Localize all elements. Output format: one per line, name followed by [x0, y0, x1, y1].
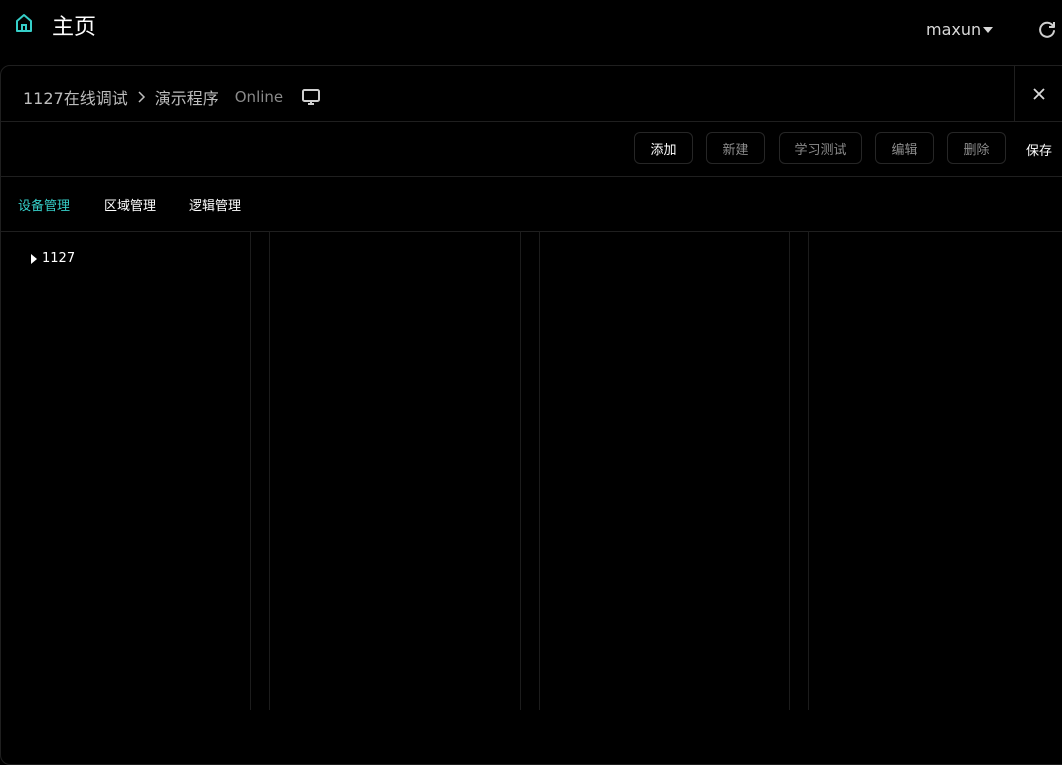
- program-panel: 1127在线调试 演示程序 Online 添加 新建 学习测试 编辑 删除 保存…: [0, 65, 1062, 765]
- close-icon: [1033, 87, 1045, 100]
- username: maxun: [926, 20, 982, 39]
- column-divider: [250, 231, 251, 710]
- user-menu[interactable]: maxun: [926, 20, 994, 39]
- monitor-icon[interactable]: [301, 88, 321, 106]
- tab-bar: 设备管理 区域管理 逻辑管理: [1, 176, 1062, 232]
- tab-device-management[interactable]: 设备管理: [18, 195, 70, 214]
- new-button[interactable]: 新建: [706, 132, 765, 164]
- tree-node[interactable]: 1127: [31, 251, 75, 266]
- caret-down-icon: [983, 26, 994, 33]
- breadcrumb-item-program[interactable]: 演示程序: [155, 85, 219, 109]
- page-title: 主页: [52, 15, 97, 40]
- tab-area-management[interactable]: 区域管理: [104, 195, 156, 214]
- tree-node-label: 1127: [42, 251, 76, 266]
- column-divider: [269, 231, 270, 710]
- save-button[interactable]: 保存: [1026, 140, 1052, 159]
- column-divider: [808, 231, 809, 710]
- delete-button[interactable]: 删除: [947, 132, 1006, 164]
- column-divider: [539, 231, 540, 710]
- home-icon[interactable]: [14, 12, 34, 34]
- column-divider: [789, 231, 790, 710]
- panel-header: 1127在线调试 演示程序 Online: [1, 66, 1062, 122]
- breadcrumb-item-project[interactable]: 1127在线调试: [23, 85, 128, 109]
- top-bar: 主页 maxun: [0, 0, 1062, 60]
- breadcrumb: 1127在线调试 演示程序 Online: [23, 85, 321, 109]
- tab-logic-management[interactable]: 逻辑管理: [189, 195, 241, 214]
- toolbar: 添加 新建 学习测试 编辑 删除 保存: [1, 121, 1062, 177]
- chevron-right-icon: [138, 91, 145, 103]
- online-status: Online: [234, 88, 284, 106]
- caret-right-icon[interactable]: [31, 253, 37, 264]
- learn-test-button[interactable]: 学习测试: [779, 132, 862, 164]
- add-button[interactable]: 添加: [634, 132, 693, 164]
- refresh-icon[interactable]: [1037, 20, 1057, 40]
- close-button[interactable]: [1014, 66, 1062, 121]
- edit-button[interactable]: 编辑: [875, 132, 934, 164]
- column-divider: [520, 231, 521, 710]
